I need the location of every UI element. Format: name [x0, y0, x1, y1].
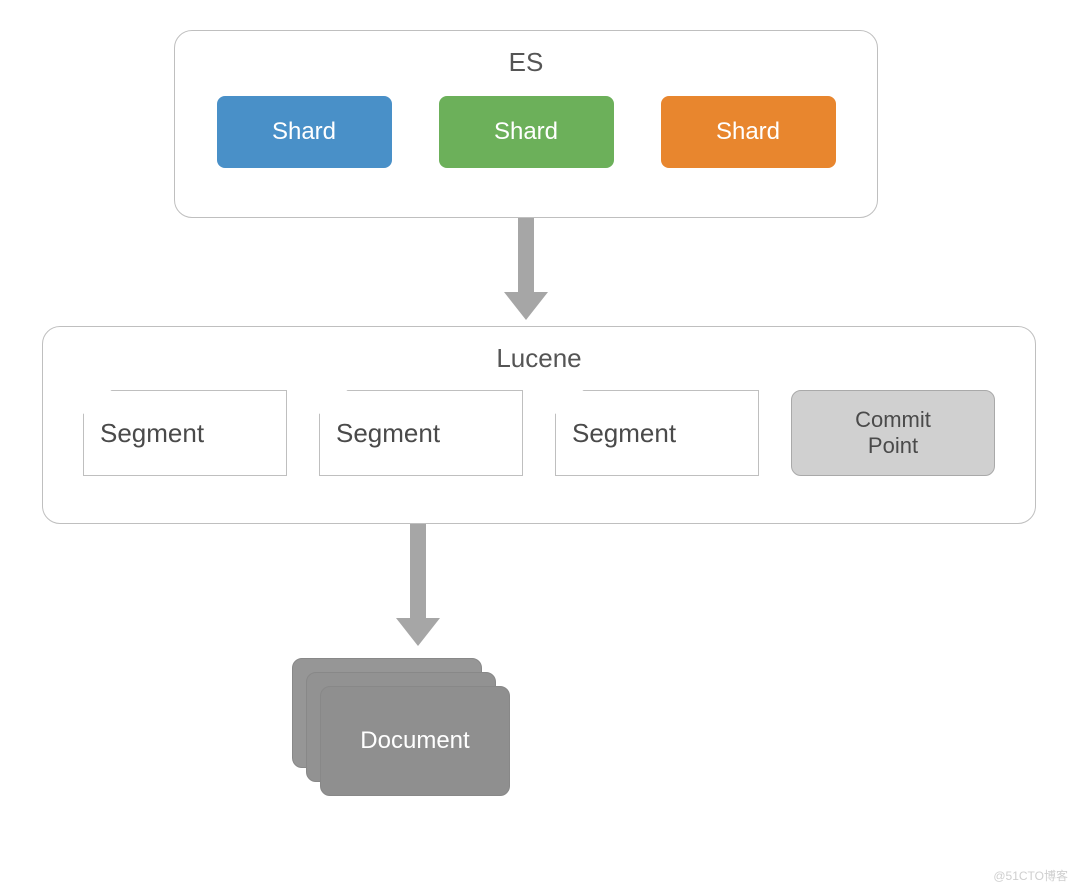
document-card-front: Document: [320, 686, 510, 796]
segment-box: Segment: [83, 390, 287, 476]
arrow-es-to-lucene: [504, 218, 548, 320]
es-title: ES: [175, 47, 877, 78]
shard-row: Shard Shard Shard: [175, 96, 877, 168]
segment-wrap-1: Segment: [83, 390, 287, 476]
segment-wrap-3: Segment: [555, 390, 759, 476]
segment-wrap-2: Segment: [319, 390, 523, 476]
lucene-row: Segment Segment Segment Commit Point: [43, 390, 1035, 476]
shard-green: Shard: [439, 96, 614, 168]
segment-box: Segment: [319, 390, 523, 476]
arrow-lucene-to-document: [396, 524, 440, 646]
document-stack: Document: [292, 658, 512, 798]
document-label: Document: [360, 727, 469, 755]
shard-orange: Shard: [661, 96, 836, 168]
commit-point-label: Commit Point: [855, 407, 931, 460]
watermark: @51CTO博客: [993, 867, 1068, 884]
es-container: ES Shard Shard Shard: [174, 30, 878, 218]
commit-point-box: Commit Point: [791, 390, 995, 476]
shard-blue: Shard: [217, 96, 392, 168]
lucene-title: Lucene: [43, 343, 1035, 374]
segment-box: Segment: [555, 390, 759, 476]
lucene-container: Lucene Segment Segment Segment Commit Po…: [42, 326, 1036, 524]
